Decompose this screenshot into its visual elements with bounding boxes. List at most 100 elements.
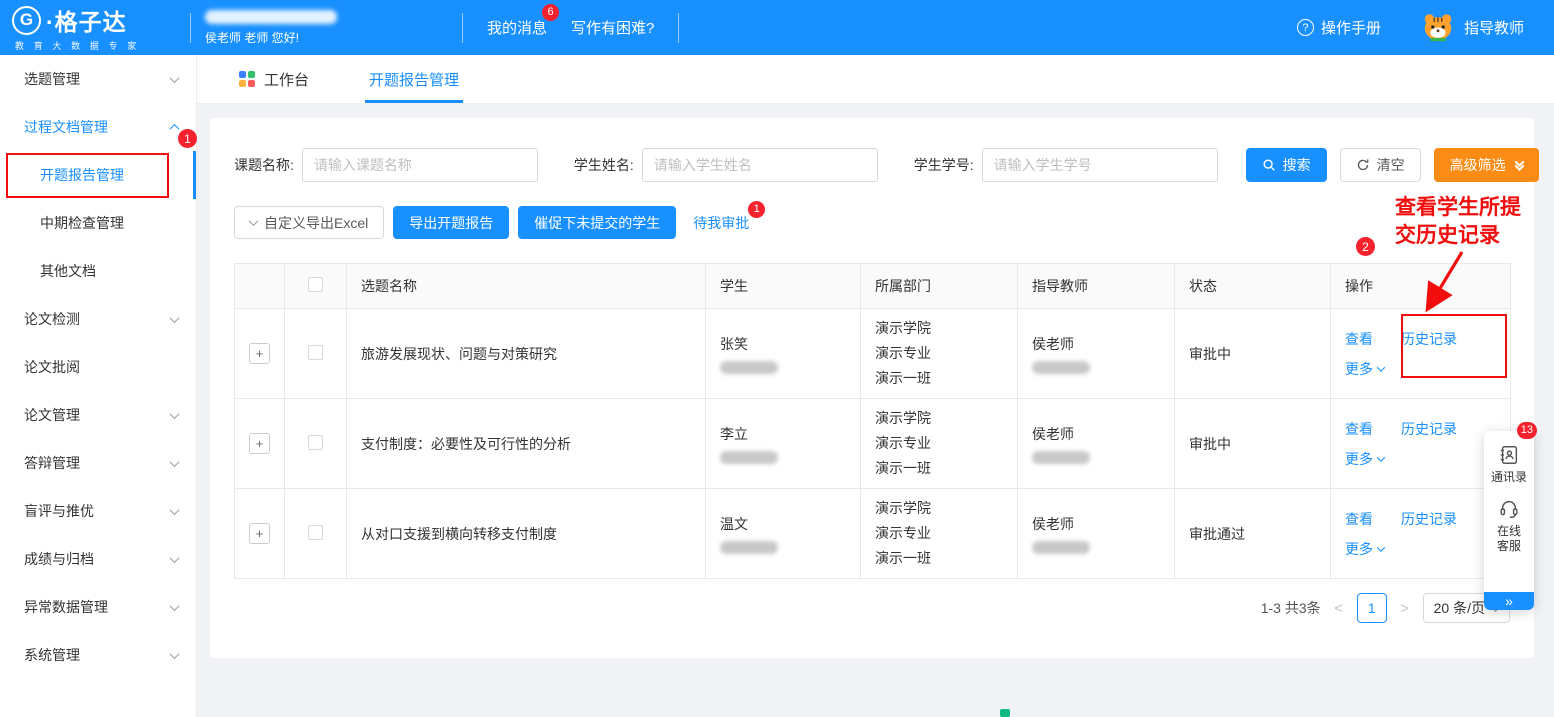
sidebar-item-process-documents[interactable]: 过程文档管理: [0, 103, 196, 151]
select-all-column-header: [285, 264, 347, 309]
view-link[interactable]: 查看: [1345, 324, 1373, 354]
clear-button[interactable]: 清空: [1340, 148, 1421, 182]
manual-button[interactable]: ? 操作手册: [1297, 17, 1381, 38]
sidebar-item-abnormal-data[interactable]: 异常数据管理: [0, 583, 196, 631]
table-row: + 支付制度：必要性及可行性的分析 李立 演示学院 演示专业 演示一班: [235, 399, 1511, 489]
sidebar-item-midterm-check[interactable]: 中期检查管理: [0, 199, 196, 247]
blurred-teacher-id: [1032, 451, 1090, 464]
chevron-down-icon: [1377, 453, 1385, 461]
pending-approval-link[interactable]: 待我审批 1: [693, 213, 749, 233]
chevron-down-icon: [170, 601, 180, 611]
writing-help-button[interactable]: 写作有困难?: [571, 17, 654, 38]
logo-subtitle: 教 育 大 数 据 专 家: [12, 39, 190, 52]
chevron-down-icon: [1377, 543, 1385, 551]
more-link[interactable]: 更多: [1345, 354, 1373, 384]
header-divider: [678, 13, 679, 43]
teacher-role-label: 指导教师: [1464, 17, 1524, 38]
status-cell: 审批中: [1175, 309, 1331, 399]
tab-workbench[interactable]: 工作台: [239, 55, 309, 103]
sidebar-item-proposal-report[interactable]: 开题报告管理: [0, 151, 196, 199]
main-area: 工作台 开题报告管理 课题名称: 学生姓名: 学生学号:: [197, 55, 1554, 717]
previous-page-button[interactable]: <: [1331, 600, 1347, 617]
operations-cell: 查看 历史记录 更多: [1331, 309, 1511, 399]
question-circle-icon: ?: [1297, 19, 1314, 36]
blurred-student-id: [720, 451, 778, 464]
annotation-step1-badge: 1: [178, 129, 197, 148]
view-link[interactable]: 查看: [1345, 414, 1373, 444]
row-checkbox[interactable]: [308, 345, 323, 360]
sidebar-item-system-management[interactable]: 系统管理: [0, 631, 196, 679]
floating-toolbar: 13 通讯录 在线客服 »: [1484, 431, 1534, 610]
teacher-cell: 侯老师: [1018, 309, 1175, 399]
table-row: + 从对口支援到横向转移支付制度 温文 演示学院 演示专业 演示一班: [235, 489, 1511, 579]
page-number-button[interactable]: 1: [1357, 593, 1387, 623]
pagination: 1-3 共3条 < 1 > 20 条/页: [234, 593, 1510, 623]
export-proposal-report-button[interactable]: 导出开题报告: [393, 206, 509, 239]
collapse-toolbar-button[interactable]: »: [1484, 592, 1534, 610]
greeting-text: 侯老师 老师 您好!: [205, 29, 337, 46]
table-row: + 旅游发展现状、问题与对策研究 张笑 演示学院 演示专业 演示一班: [235, 309, 1511, 399]
tab-bar: 工作台 开题报告管理: [197, 55, 1554, 104]
sidebar-item-paper-check[interactable]: 论文检测: [0, 295, 196, 343]
next-page-button[interactable]: >: [1397, 600, 1413, 617]
double-chevron-down-icon: [1516, 160, 1523, 171]
blurred-teacher-id: [1032, 361, 1090, 374]
column-header-topic: 选题名称: [347, 264, 706, 309]
student-id-input[interactable]: [982, 148, 1218, 182]
status-cell: 审批中: [1175, 399, 1331, 489]
search-button[interactable]: 搜索: [1246, 148, 1327, 182]
horizontal-scrollbar-thumb[interactable]: [1000, 709, 1010, 717]
select-all-checkbox[interactable]: [308, 277, 323, 292]
sidebar-item-grades-archive[interactable]: 成绩与归档: [0, 535, 196, 583]
student-id-label: 学生学号:: [914, 155, 974, 175]
annotation-arrow: [1410, 246, 1480, 316]
annotation-step2-badge: 2: [1356, 237, 1375, 256]
history-link[interactable]: 历史记录: [1401, 324, 1457, 354]
expand-row-button[interactable]: +: [249, 433, 270, 454]
history-link[interactable]: 历史记录: [1401, 504, 1457, 534]
table-header-row: 选题名称 学生 所属部门 指导教师 状态 操作: [235, 264, 1511, 309]
sidebar-item-defense-management[interactable]: 答辩管理: [0, 439, 196, 487]
blurred-teacher-id: [1032, 541, 1090, 554]
sidebar-item-topic-management[interactable]: 选题管理: [0, 55, 196, 103]
sidebar-item-paper-review[interactable]: 论文批阅: [0, 343, 196, 391]
student-cell: 张笑: [706, 309, 861, 399]
custom-export-excel-button[interactable]: 自定义导出Excel: [234, 206, 384, 239]
department-cell: 演示学院 演示专业 演示一班: [861, 399, 1018, 489]
view-link[interactable]: 查看: [1345, 504, 1373, 534]
tab-proposal-report-management[interactable]: 开题报告管理: [369, 55, 459, 103]
chevron-down-icon: [170, 457, 180, 467]
sidebar-item-other-documents[interactable]: 其他文档: [0, 247, 196, 295]
sidebar-item-blind-review[interactable]: 盲评与推优: [0, 487, 196, 535]
chevron-down-icon: [170, 73, 180, 83]
student-cell: 李立: [706, 399, 861, 489]
main-card: 课题名称: 学生姓名: 学生学号: 搜索 清空: [210, 118, 1534, 658]
urge-students-button[interactable]: 催促下未提交的学生: [518, 206, 676, 239]
row-checkbox[interactable]: [308, 525, 323, 540]
more-link[interactable]: 更多: [1345, 444, 1373, 474]
expand-row-button[interactable]: +: [249, 523, 270, 544]
my-messages-button[interactable]: 我的消息 6: [487, 17, 547, 38]
workbench-grid-icon: [239, 71, 255, 87]
expand-row-button[interactable]: +: [249, 343, 270, 364]
proposal-table: 选题名称 学生 所属部门 指导教师 状态 操作 + 旅游发展现状、问题与对策研究: [234, 263, 1511, 579]
chevron-down-icon: [170, 313, 180, 323]
topic-cell: 支付制度：必要性及可行性的分析: [347, 399, 706, 489]
column-header-teacher: 指导教师: [1018, 264, 1175, 309]
column-header-department: 所属部门: [861, 264, 1018, 309]
more-link[interactable]: 更多: [1345, 534, 1373, 564]
contacts-button[interactable]: 通讯录: [1491, 444, 1527, 485]
expand-column-header: [235, 264, 285, 309]
topic-name-input[interactable]: [302, 148, 538, 182]
student-name-input[interactable]: [642, 148, 878, 182]
toolbar-notification-badge: 13: [1517, 422, 1537, 439]
department-cell: 演示学院 演示专业 演示一班: [861, 309, 1018, 399]
row-checkbox[interactable]: [308, 435, 323, 450]
content-area: 课题名称: 学生姓名: 学生学号: 搜索 清空: [197, 104, 1554, 658]
sidebar-item-paper-management[interactable]: 论文管理: [0, 391, 196, 439]
customer-service-button[interactable]: 在线客服: [1495, 498, 1523, 554]
history-link[interactable]: 历史记录: [1401, 414, 1457, 444]
search-icon: [1262, 158, 1276, 172]
department-cell: 演示学院 演示专业 演示一班: [861, 489, 1018, 579]
advanced-filter-button[interactable]: 高级筛选: [1434, 148, 1539, 182]
